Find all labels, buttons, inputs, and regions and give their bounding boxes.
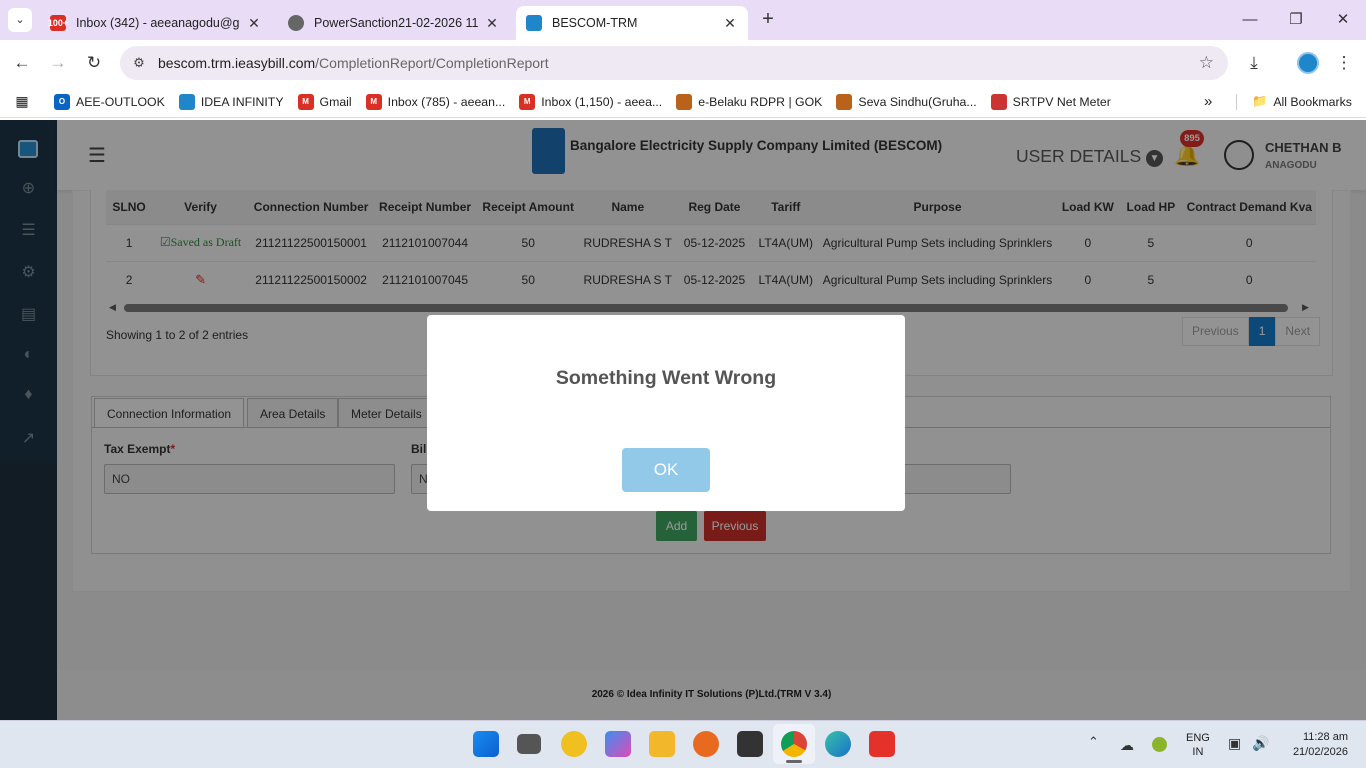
apps-grid-icon[interactable]: ▦ bbox=[4, 93, 40, 110]
bookmark-e-belaku[interactable]: e-Belaku RDPR | GOK bbox=[676, 93, 822, 110]
emblem-icon bbox=[836, 93, 853, 110]
app-icon-1[interactable] bbox=[561, 731, 587, 757]
dialog-title: Something Went Wrong bbox=[555, 367, 777, 389]
reload-icon[interactable]: ↻ bbox=[81, 51, 107, 75]
onedrive-icon[interactable]: ☁ bbox=[1120, 737, 1134, 754]
all-bookmarks[interactable]: 📁 All Bookmarks bbox=[1252, 94, 1352, 109]
bookmarks-divider bbox=[1236, 94, 1237, 110]
bookmark-inbox-1150[interactable]: M Inbox (1,150) - aeea... bbox=[519, 93, 662, 110]
url-host: bescom.trm.ieasybill.com bbox=[158, 55, 316, 71]
wps-icon[interactable] bbox=[869, 731, 895, 757]
bescom-tab-icon bbox=[526, 15, 542, 31]
file-explorer-icon[interactable] bbox=[649, 731, 675, 757]
volume-icon[interactable]: 🔊 bbox=[1252, 735, 1269, 752]
bookmark-inbox-785[interactable]: M Inbox (785) - aeean... bbox=[365, 93, 505, 110]
copilot-icon[interactable] bbox=[605, 731, 631, 757]
bookmark-gmail[interactable]: M Gmail bbox=[297, 93, 352, 110]
bookmark-idea-infinity[interactable]: IDEA INFINITY bbox=[178, 93, 284, 110]
url-path: /CompletionReport/CompletionReport bbox=[315, 55, 549, 71]
outlook-icon: O bbox=[54, 93, 70, 110]
new-tab-button[interactable]: + bbox=[756, 8, 780, 32]
close-icon[interactable]: ✕ bbox=[484, 15, 500, 32]
language-label: ENG bbox=[1186, 732, 1210, 744]
bookmark-aee-outlook[interactable]: O AEE-OUTLOOK bbox=[54, 93, 165, 110]
bookmarks-bar: ▦ O AEE-OUTLOOK IDEA INFINITY M Gmail M Inb… bbox=[0, 86, 1366, 118]
close-icon[interactable]: ✕ bbox=[722, 15, 738, 32]
site-settings-icon[interactable]: ⚙ bbox=[120, 55, 158, 71]
gmail-icon: M bbox=[519, 93, 536, 110]
bookmark-star-icon[interactable]: ☆ bbox=[1199, 53, 1214, 73]
menu-dots-icon[interactable]: ⋮ bbox=[1331, 51, 1357, 75]
gmail-icon: 100+ bbox=[48, 15, 68, 31]
network-icon[interactable]: ▣ bbox=[1228, 735, 1241, 752]
clock[interactable]: 11:28 am 21/02/2026 bbox=[1284, 730, 1348, 760]
video-editor-icon[interactable] bbox=[737, 731, 763, 757]
close-icon[interactable]: ✕ bbox=[246, 15, 262, 32]
gmail-icon: M bbox=[365, 93, 382, 110]
forward-icon[interactable]: → bbox=[45, 51, 71, 75]
restore-icon[interactable]: ❐ bbox=[1278, 8, 1314, 32]
tab-title: BESCOM-TRM bbox=[552, 16, 638, 30]
tab-search-button[interactable]: ⌄ bbox=[8, 8, 32, 32]
region-label: IN bbox=[1192, 746, 1204, 758]
chevron-up-icon[interactable]: ⌃ bbox=[1088, 734, 1099, 750]
firefox-icon[interactable] bbox=[693, 731, 719, 757]
ok-button[interactable]: OK bbox=[622, 448, 710, 492]
time-label: 11:28 am bbox=[1302, 731, 1348, 743]
download-icon[interactable]: ⤓ bbox=[1241, 51, 1267, 75]
active-indicator bbox=[786, 760, 802, 763]
tray-app-icon[interactable] bbox=[1152, 737, 1167, 752]
profile-avatar[interactable] bbox=[1297, 52, 1319, 74]
more-bookmarks-icon[interactable]: » bbox=[1204, 93, 1212, 110]
minimize-icon[interactable]: — bbox=[1232, 8, 1268, 32]
alert-dialog: Something Went Wrong OK bbox=[427, 315, 905, 511]
task-view-icon[interactable] bbox=[517, 734, 541, 754]
gmail-icon: M bbox=[297, 93, 314, 110]
tab-title: Inbox (342) - aeeanagodu@gm bbox=[76, 16, 240, 30]
tab-title: PowerSanction21-02-2026 11_0 bbox=[314, 16, 478, 30]
folder-icon: 📁 bbox=[1252, 94, 1268, 108]
tab-powersanction[interactable]: PowerSanction21-02-2026 11_0 ✕ bbox=[278, 6, 510, 40]
bookmark-seva-sindhu[interactable]: Seva Sindhu(Gruha... bbox=[836, 93, 977, 110]
tab-bescom[interactable]: BESCOM-TRM ✕ bbox=[516, 6, 748, 40]
language-indicator[interactable]: ENG IN bbox=[1186, 731, 1210, 759]
windows-start-icon[interactable] bbox=[473, 731, 499, 757]
tab-inbox[interactable]: 100+ Inbox (342) - aeeanagodu@gm ✕ bbox=[40, 6, 272, 40]
window-close-icon[interactable]: ✕ bbox=[1325, 8, 1361, 32]
chrome-icon[interactable] bbox=[781, 731, 807, 757]
back-icon[interactable]: ← bbox=[9, 51, 35, 75]
date-label: 21/02/2026 bbox=[1292, 746, 1348, 758]
globe-icon bbox=[288, 15, 304, 31]
bookmark-srtpv[interactable]: SRTPV Net Meter bbox=[990, 93, 1111, 110]
edge-icon[interactable] bbox=[825, 731, 851, 757]
address-bar[interactable]: ⚙ bescom.trm.ieasybill.com/CompletionRep… bbox=[120, 46, 1228, 80]
emblem-icon bbox=[676, 93, 693, 110]
srtpv-icon bbox=[990, 93, 1007, 110]
idea-infinity-icon bbox=[178, 93, 195, 110]
